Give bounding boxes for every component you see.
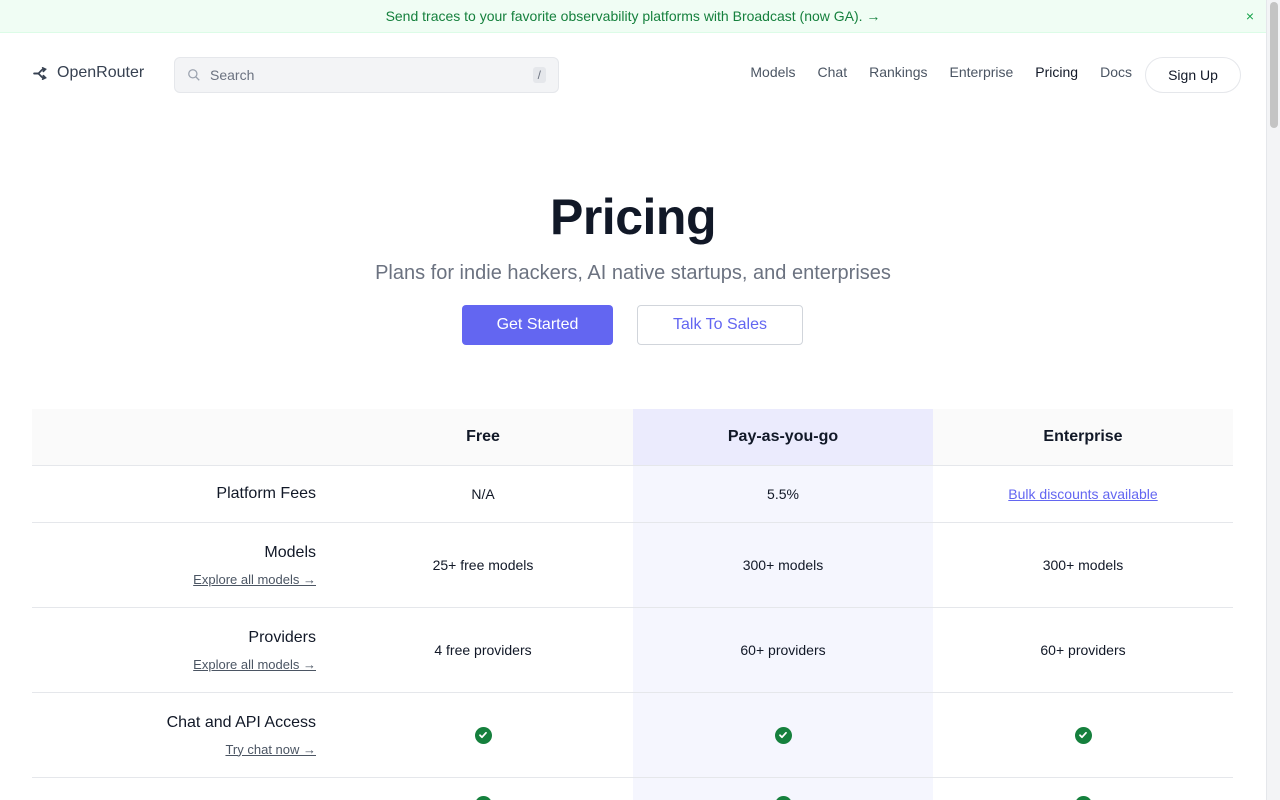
nav-link-pricing[interactable]: Pricing <box>1035 64 1078 80</box>
search-input[interactable]: Search / <box>174 57 559 93</box>
table-header-row: Free Pay-as-you-go Enterprise <box>32 409 1233 466</box>
table-row: Chat and API Access Try chat now → <box>32 693 1233 778</box>
announcement-banner[interactable]: Send traces to your favorite observabili… <box>0 0 1266 33</box>
check-icon <box>774 726 792 744</box>
brand-logo[interactable]: OpenRouter <box>32 64 144 82</box>
search-icon <box>188 69 200 81</box>
top-nav: OpenRouter Search / Models Chat Rankings… <box>0 33 1266 117</box>
row-label: Chat and API Access Try chat now → <box>32 693 333 777</box>
table-cell: 300+ models <box>742 557 824 573</box>
row-label <box>32 778 333 800</box>
brand-name: OpenRouter <box>57 64 145 81</box>
search-placeholder: Search <box>210 67 255 83</box>
close-icon[interactable]: × <box>1246 8 1254 24</box>
get-started-button[interactable]: Get Started <box>462 305 613 345</box>
nav-link-rankings[interactable]: Rankings <box>869 64 927 80</box>
check-icon <box>774 796 792 800</box>
page-subtitle: Plans for indie hackers, AI native start… <box>375 262 891 284</box>
table-cell: 60+ providers <box>740 642 826 658</box>
table-row: Platform Fees N/A 5.5% Bulk discounts av… <box>32 466 1233 523</box>
table-cell: 60+ providers <box>1040 642 1126 658</box>
table-cell: Bulk discounts available <box>933 466 1233 522</box>
nav-link-docs[interactable]: Docs <box>1100 64 1132 80</box>
bulk-discounts-link[interactable]: Bulk discounts available <box>1008 486 1157 502</box>
search-shortcut: / <box>532 67 546 83</box>
plan-header-free: Free <box>466 428 500 445</box>
nav-link-enterprise[interactable]: Enterprise <box>949 64 1013 80</box>
nav-link-models[interactable]: Models <box>750 64 795 80</box>
table-cell: 300+ models <box>1042 557 1124 573</box>
nav-links: Models Chat Rankings Enterprise Pricing … <box>750 64 1132 80</box>
pricing-table: Free Pay-as-you-go Enterprise Platform F… <box>32 409 1233 800</box>
table-cell <box>633 778 933 800</box>
table-row-partial <box>32 778 1233 800</box>
try-chat-link[interactable]: Try chat now → <box>225 742 316 757</box>
row-title: Providers <box>248 628 316 646</box>
table-cell: N/A <box>471 486 495 502</box>
header-empty-cell <box>32 409 333 465</box>
explore-providers-link[interactable]: Explore all models → <box>193 657 316 672</box>
table-row: Models Explore all models → 25+ free mod… <box>32 523 1233 608</box>
page-title: Pricing <box>550 189 716 245</box>
row-label: Platform Fees <box>32 466 333 522</box>
table-cell <box>933 693 1233 777</box>
scrollbar-thumb[interactable] <box>1270 2 1278 128</box>
table-cell <box>333 693 633 777</box>
talk-to-sales-button[interactable]: Talk To Sales <box>637 305 803 345</box>
plan-header-payg: Pay-as-you-go <box>633 409 933 465</box>
table-cell <box>933 778 1233 800</box>
nav-link-chat[interactable]: Chat <box>818 64 848 80</box>
sign-up-button[interactable]: Sign Up <box>1145 57 1241 93</box>
table-row: Providers Explore all models → 4 free pr… <box>32 608 1233 693</box>
table-cell: 25+ free models <box>432 557 534 573</box>
explore-models-link[interactable]: Explore all models → <box>193 572 316 587</box>
check-icon <box>1074 726 1092 744</box>
row-title: Models <box>264 543 316 561</box>
table-cell <box>633 693 933 777</box>
table-cell: 4 free providers <box>434 642 532 658</box>
openrouter-logo-icon <box>33 66 47 80</box>
table-cell: 5.5% <box>767 486 799 502</box>
check-icon <box>474 796 492 800</box>
row-title: Chat and API Access <box>166 713 316 731</box>
check-icon <box>1074 796 1092 800</box>
row-title: Platform Fees <box>216 485 316 502</box>
table-cell <box>333 778 633 800</box>
check-icon <box>474 726 492 744</box>
banner-text[interactable]: Send traces to your favorite observabili… <box>386 8 881 24</box>
plan-header-enterprise: Enterprise <box>1043 428 1123 445</box>
row-label: Providers Explore all models → <box>32 608 333 692</box>
row-label: Models Explore all models → <box>32 523 333 607</box>
page-scrollbar[interactable] <box>1266 0 1280 800</box>
